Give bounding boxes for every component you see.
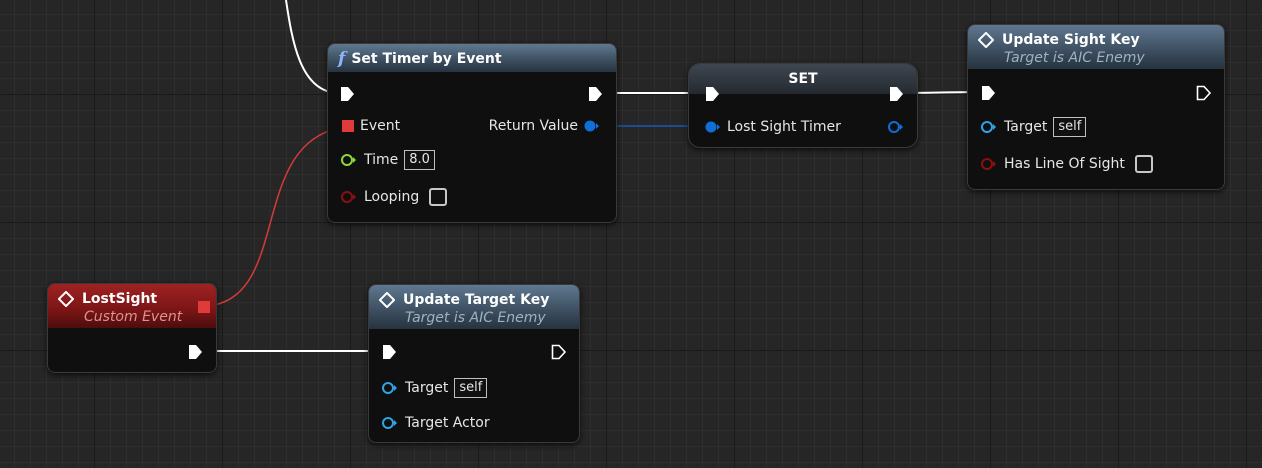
target-actor-pin-icon[interactable] xyxy=(381,416,399,430)
update-target-key-subtitle: Target is AIC Enemy xyxy=(405,310,546,326)
return-value-pin-icon[interactable] xyxy=(584,119,600,133)
target-value-input[interactable]: self xyxy=(454,378,488,398)
update-target-key-header[interactable]: Update Target Key Target is AIC Enemy xyxy=(369,285,579,329)
set-exec-out-pin-icon[interactable] xyxy=(889,86,905,102)
sight-exec-out-pin-icon[interactable] xyxy=(1196,85,1212,101)
update-target-key-title: Update Target Key xyxy=(403,292,550,308)
target-exec-in-pin-icon[interactable] xyxy=(382,344,398,360)
exec-out-pin-icon[interactable] xyxy=(588,86,604,102)
return-value-label: Return Value xyxy=(488,118,578,134)
time-value-input[interactable]: 8.0 xyxy=(404,150,435,170)
event-diamond-icon xyxy=(58,290,74,307)
lost-sight-subtitle: Custom Event xyxy=(84,309,183,325)
event-pin-label: Event xyxy=(360,118,401,134)
has-line-of-sight-pin-icon[interactable] xyxy=(980,157,998,171)
looping-checkbox[interactable] xyxy=(429,188,448,206)
time-pin-label: Time xyxy=(364,152,399,168)
bool-pin-icon[interactable] xyxy=(340,190,358,204)
set-variable-node[interactable]: SET Lost Sight Timer xyxy=(688,63,918,148)
sight-target-pin-icon[interactable] xyxy=(980,120,998,134)
delegate-pin-icon[interactable] xyxy=(342,120,354,132)
lost-sight-timer-label: Lost Sight Timer xyxy=(727,119,841,135)
function-diamond-icon xyxy=(978,31,994,48)
lost-sight-timer-in-pin-icon[interactable] xyxy=(705,120,721,134)
sight-target-value-input[interactable]: self xyxy=(1053,117,1087,137)
update-sight-key-header[interactable]: Update Sight Key Target is AIC Enemy xyxy=(968,25,1224,69)
function-diamond-icon xyxy=(379,291,395,308)
target-exec-out-pin-icon[interactable] xyxy=(551,344,567,360)
set-exec-in-pin-icon[interactable] xyxy=(705,86,721,102)
lost-sight-title: LostSight xyxy=(82,291,158,307)
set-timer-title: Set Timer by Event xyxy=(351,51,502,67)
set-timer-by-event-node[interactable]: f Set Timer by Event Event Return Value T… xyxy=(327,43,617,223)
float-pin-icon[interactable] xyxy=(340,153,358,167)
has-line-of-sight-label: Has Line Of Sight xyxy=(1004,156,1125,172)
lost-sight-header[interactable]: LostSight Custom Event xyxy=(48,284,216,328)
target-pin-icon[interactable] xyxy=(381,381,399,395)
lost-sight-timer-out-pin-icon[interactable] xyxy=(887,120,905,134)
target-label: Target xyxy=(405,380,449,396)
update-sight-key-subtitle: Target is AIC Enemy xyxy=(1004,50,1145,66)
sight-target-label: Target xyxy=(1004,119,1048,135)
update-target-key-node[interactable]: Update Target Key Target is AIC Enemy Ta… xyxy=(368,284,580,443)
set-node-title: SET xyxy=(788,71,818,87)
lost-sight-event-node[interactable]: LostSight Custom Event xyxy=(47,283,217,373)
exec-in-pin-icon[interactable] xyxy=(340,86,356,102)
lost-sight-exec-out-pin-icon[interactable] xyxy=(188,344,204,360)
delegate-wire-event xyxy=(213,126,346,306)
update-sight-key-node[interactable]: Update Sight Key Target is AIC Enemy Tar… xyxy=(967,24,1225,190)
lost-sight-delegate-pin-icon[interactable] xyxy=(198,301,210,313)
set-node-header[interactable]: SET xyxy=(689,64,917,94)
set-timer-node-header[interactable]: f Set Timer by Event xyxy=(328,44,616,72)
looping-pin-label: Looping xyxy=(364,189,420,205)
target-actor-label: Target Actor xyxy=(405,415,490,431)
function-icon: f xyxy=(338,48,346,69)
has-line-of-sight-checkbox[interactable] xyxy=(1134,155,1153,173)
sight-exec-in-pin-icon[interactable] xyxy=(981,85,997,101)
update-sight-key-title: Update Sight Key xyxy=(1002,32,1140,48)
